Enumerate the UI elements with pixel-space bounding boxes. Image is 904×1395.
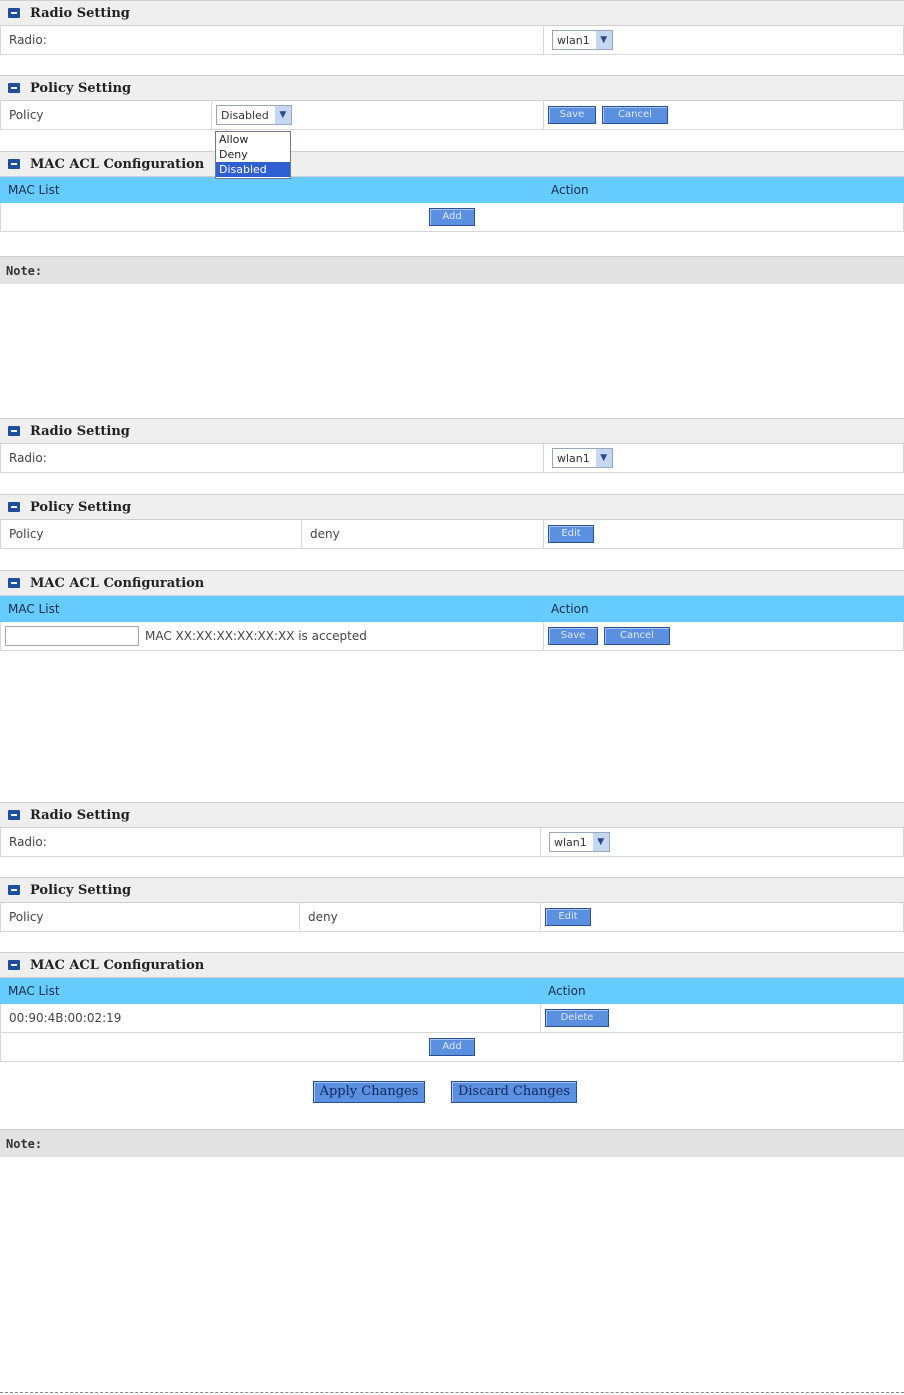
discard-changes-button[interactable]: Discard Changes <box>451 1081 577 1103</box>
policy-setting-header: Policy Setting <box>0 75 904 101</box>
radio-row: Radio: wlan1 ▼ <box>0 26 904 55</box>
mac-acl-column-headers: MAC List Action <box>0 978 904 1004</box>
policy-label: Policy <box>9 910 44 924</box>
save-button[interactable]: Save <box>548 106 596 124</box>
screen3-radio-panel: Radio Setting Radio: wlan1 ▼ <box>0 802 904 857</box>
policy-setting-header: Policy Setting <box>0 494 904 520</box>
collapse-icon[interactable] <box>8 885 20 895</box>
edit-button[interactable]: Edit <box>545 908 591 926</box>
radio-row: Radio: wlan1 ▼ <box>0 828 904 857</box>
radio-setting-header: Radio Setting <box>0 0 904 26</box>
policy-setting-title: Policy Setting <box>30 80 132 96</box>
radio-setting-header: Radio Setting <box>0 418 904 444</box>
mac-list-header: MAC List <box>8 183 60 197</box>
collapse-icon[interactable] <box>8 960 20 970</box>
radio-select[interactable]: wlan1 ▼ <box>552 30 613 50</box>
collapse-icon[interactable] <box>8 83 20 93</box>
screen1-policy-panel: Policy Setting Policy Disabled ▼ Save Can… <box>0 75 904 130</box>
save-button[interactable]: Save <box>548 627 598 645</box>
collapse-icon[interactable] <box>8 426 20 436</box>
apply-changes-button[interactable]: Apply Changes <box>313 1081 425 1103</box>
action-header: Action <box>551 183 589 197</box>
mac-acl-header: MAC ACL Configuration <box>0 952 904 978</box>
table-row: 00:90:4B:00:02:19 Delete <box>0 1004 904 1033</box>
collapse-icon[interactable] <box>8 159 20 169</box>
mac-acl-column-headers: MAC List Action <box>0 596 904 622</box>
screen3-policy-panel: Policy Setting Policy deny Edit <box>0 877 904 932</box>
note-bar: Note: <box>0 256 904 284</box>
policy-row: Policy deny Edit <box>0 520 904 549</box>
radio-select[interactable]: wlan1 ▼ <box>549 832 610 852</box>
policy-value: deny <box>310 527 340 541</box>
radio-setting-header: Radio Setting <box>0 802 904 828</box>
mac-acl-title: MAC ACL Configuration <box>30 575 205 591</box>
collapse-icon[interactable] <box>8 8 20 18</box>
mac-acl-title: MAC ACL Configuration <box>30 957 205 973</box>
chevron-down-icon: ▼ <box>595 449 612 467</box>
radio-setting-title: Radio Setting <box>30 423 130 439</box>
policy-setting-title: Policy Setting <box>30 499 132 515</box>
screen2-policy-panel: Policy Setting Policy deny Edit <box>0 494 904 549</box>
policy-dropdown-list: Allow Deny Disabled <box>215 131 291 179</box>
radio-select[interactable]: wlan1 ▼ <box>552 448 613 468</box>
mac-acl-header: MAC ACL Configuration <box>0 151 904 177</box>
policy-value: deny <box>308 910 338 924</box>
radio-setting-title: Radio Setting <box>30 5 130 21</box>
screen2-mac-acl-panel: MAC ACL Configuration MAC List Action MA… <box>0 570 904 651</box>
delete-button[interactable]: Delete <box>545 1009 609 1027</box>
mac-address-input[interactable] <box>5 626 139 646</box>
chevron-down-icon: ▼ <box>592 833 609 851</box>
policy-setting-header: Policy Setting <box>0 877 904 903</box>
dropdown-option-deny[interactable]: Deny <box>216 147 290 162</box>
policy-row: Policy deny Edit <box>0 903 904 932</box>
radio-label: Radio: <box>9 451 47 465</box>
policy-row: Policy Disabled ▼ Save Cancel <box>0 101 904 130</box>
mac-acl-column-headers: MAC List Action <box>0 177 904 203</box>
edit-button[interactable]: Edit <box>548 525 594 543</box>
screen3-mac-acl-panel: MAC ACL Configuration MAC List Action 00… <box>0 952 904 1062</box>
cancel-button[interactable]: Cancel <box>602 106 668 124</box>
dropdown-option-disabled[interactable]: Disabled <box>216 162 290 177</box>
radio-label: Radio: <box>9 835 47 849</box>
dropdown-option-allow[interactable]: Allow <box>216 132 290 147</box>
radio-label: Radio: <box>9 33 47 47</box>
add-row: Add <box>0 1033 904 1062</box>
page-divider <box>0 1392 904 1393</box>
chevron-down-icon: ▼ <box>274 106 291 124</box>
add-row: Add <box>0 203 904 232</box>
cancel-button[interactable]: Cancel <box>604 627 670 645</box>
collapse-icon[interactable] <box>8 578 20 588</box>
mac-acl-title: MAC ACL Configuration <box>30 156 205 172</box>
action-header: Action <box>551 602 589 616</box>
mac-acl-header: MAC ACL Configuration <box>0 570 904 596</box>
screen1-radio-panel: Radio Setting Radio: wlan1 ▼ <box>0 0 904 55</box>
policy-setting-title: Policy Setting <box>30 882 132 898</box>
radio-row: Radio: wlan1 ▼ <box>0 444 904 473</box>
radio-setting-title: Radio Setting <box>30 807 130 823</box>
mac-list-header: MAC List <box>8 984 60 998</box>
policy-select[interactable]: Disabled ▼ <box>216 105 292 125</box>
mac-entry: 00:90:4B:00:02:19 <box>9 1011 122 1025</box>
collapse-icon[interactable] <box>8 502 20 512</box>
collapse-icon[interactable] <box>8 810 20 820</box>
mac-format-hint: MAC XX:XX:XX:XX:XX:XX is accepted <box>145 629 367 643</box>
note-bar: Note: <box>0 1129 904 1157</box>
add-button[interactable]: Add <box>429 1038 475 1056</box>
screen1-mac-acl-panel: MAC ACL Configuration MAC List Action Ad… <box>0 151 904 232</box>
mac-input-row: MAC XX:XX:XX:XX:XX:XX is accepted Save C… <box>0 622 904 651</box>
screen2-radio-panel: Radio Setting Radio: wlan1 ▼ <box>0 418 904 473</box>
mac-list-header: MAC List <box>8 602 60 616</box>
apply-discard-bar: Apply Changes Discard Changes <box>0 1081 904 1105</box>
chevron-down-icon: ▼ <box>595 31 612 49</box>
action-header: Action <box>548 984 586 998</box>
policy-label: Policy <box>9 108 44 122</box>
policy-label: Policy <box>9 527 44 541</box>
add-button[interactable]: Add <box>429 208 475 226</box>
